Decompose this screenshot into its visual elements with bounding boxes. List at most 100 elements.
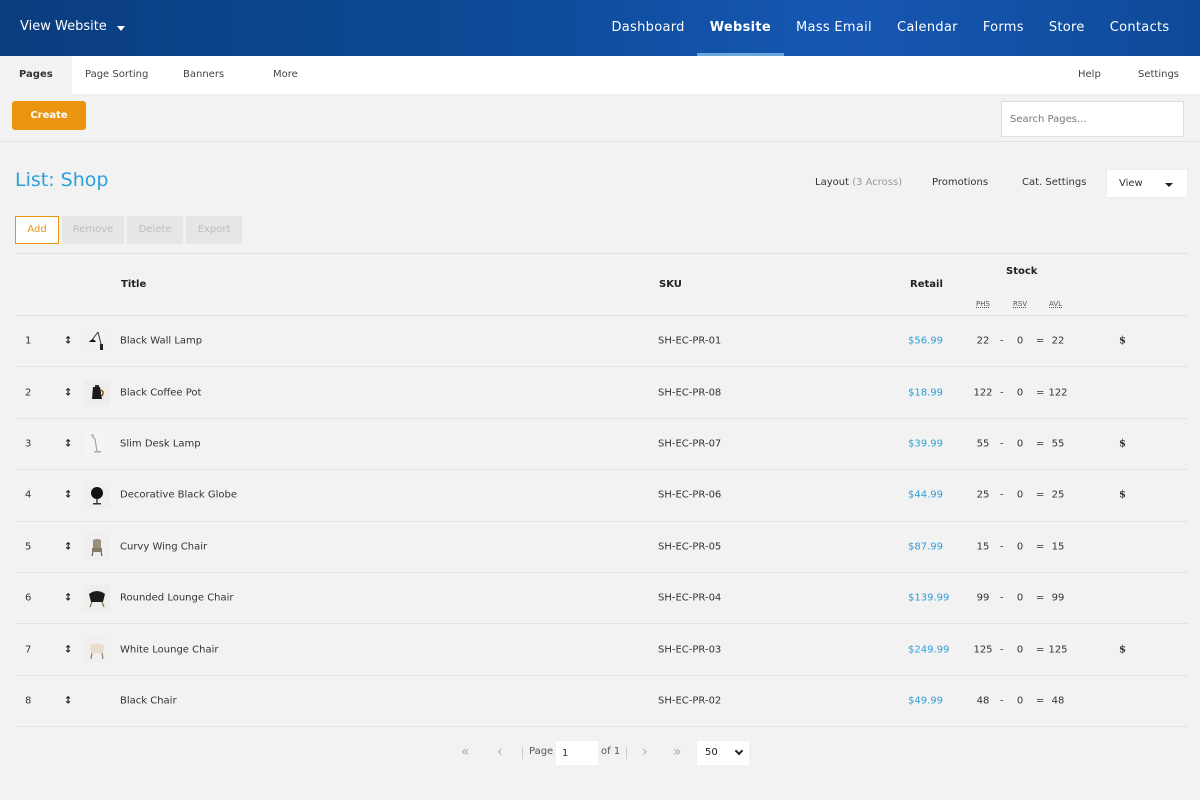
drag-handle-icon[interactable]: ↕: [64, 387, 72, 398]
tab-pages[interactable]: Pages: [0, 56, 72, 94]
product-price[interactable]: $87.99: [908, 541, 943, 552]
nav-dashboard[interactable]: Dashboard: [599, 0, 697, 56]
product-title[interactable]: Rounded Lounge Chair: [120, 593, 234, 604]
product-title[interactable]: Black Coffee Pot: [120, 387, 201, 398]
page-number-input[interactable]: [556, 741, 598, 765]
stock-phs: 15: [976, 541, 990, 553]
divider: [0, 141, 1200, 142]
page-title: List: Shop: [15, 169, 109, 191]
table-row[interactable]: 1 ↕ Black Wall Lamp SH-EC-PR-01 $56.99 2…: [15, 316, 1188, 368]
search-pages-input[interactable]: [1001, 101, 1184, 137]
help-link[interactable]: Help: [1078, 56, 1101, 94]
product-sku: SH-EC-PR-06: [658, 489, 722, 501]
stock-phs: 48: [976, 695, 990, 707]
product-thumbnail: [84, 379, 110, 406]
minus-sign: -: [1000, 541, 1004, 553]
table-row[interactable]: 7 ↕ White Lounge Chair SH-EC-PR-03 $249.…: [15, 624, 1188, 676]
dollar-icon[interactable]: $: [1119, 336, 1126, 347]
product-title[interactable]: Slim Desk Lamp: [120, 438, 201, 449]
table-row[interactable]: 6 ↕ Rounded Lounge Chair SH-EC-PR-04 $13…: [15, 573, 1188, 625]
product-price[interactable]: $44.99: [908, 490, 943, 501]
tab-more[interactable]: More: [273, 56, 298, 94]
divider: [522, 747, 523, 759]
minus-sign: -: [1000, 335, 1004, 347]
drag-handle-icon[interactable]: ↕: [64, 336, 72, 347]
tab-banners[interactable]: Banners: [183, 56, 224, 94]
stock-rsv: 0: [1016, 335, 1024, 347]
product-thumbnail: [84, 533, 110, 560]
stock-phs: 99: [976, 592, 990, 604]
table-row[interactable]: 4 ↕ Decorative Black Globe SH-EC-PR-06 $…: [15, 470, 1188, 522]
promotions-link[interactable]: Promotions: [932, 177, 988, 188]
table-row[interactable]: 2 ↕ Black Coffee Pot SH-EC-PR-08 $18.99 …: [15, 367, 1188, 419]
page-size-value: 50: [705, 747, 718, 758]
add-button[interactable]: Add: [15, 216, 59, 244]
product-thumbnail: [84, 430, 110, 457]
product-price[interactable]: $249.99: [908, 644, 949, 655]
drag-handle-icon[interactable]: ↕: [64, 438, 72, 449]
product-title[interactable]: Decorative Black Globe: [120, 490, 237, 501]
drag-handle-icon[interactable]: ↕: [64, 541, 72, 552]
next-page-icon[interactable]: ›: [642, 744, 648, 760]
stock-avl: 48: [1051, 695, 1065, 707]
product-title[interactable]: White Lounge Chair: [120, 644, 218, 655]
last-page-icon[interactable]: »: [673, 744, 682, 760]
drag-handle-icon[interactable]: ↕: [64, 490, 72, 501]
cat-settings-link[interactable]: Cat. Settings: [1022, 177, 1086, 188]
prev-page-icon[interactable]: ‹: [497, 744, 503, 760]
delete-button[interactable]: Delete: [127, 216, 183, 244]
view-website-link[interactable]: View Website: [20, 19, 107, 34]
view-dropdown[interactable]: View: [1106, 169, 1188, 198]
settings-link[interactable]: Settings: [1138, 56, 1179, 94]
tab-page-sorting[interactable]: Page Sorting: [85, 56, 148, 94]
column-header-sku[interactable]: SKU: [659, 279, 682, 290]
drag-handle-icon[interactable]: ↕: [64, 593, 72, 604]
page-size-select[interactable]: 50: [697, 741, 749, 765]
drag-handle-icon[interactable]: ↕: [64, 644, 72, 655]
nav-mass-email[interactable]: Mass Email: [784, 0, 885, 56]
minus-sign: -: [1000, 695, 1004, 707]
nav-contacts[interactable]: Contacts: [1097, 0, 1182, 56]
drag-handle-icon[interactable]: ↕: [64, 695, 72, 706]
stock-avl: 25: [1051, 489, 1065, 501]
create-button[interactable]: Create: [12, 101, 86, 130]
table-row[interactable]: 8 ↕ Black Chair SH-EC-PR-02 $49.99 48 - …: [15, 676, 1188, 728]
column-header-rsv: RSV: [1013, 300, 1028, 308]
nav-calendar[interactable]: Calendar: [884, 0, 970, 56]
product-title[interactable]: Black Wall Lamp: [120, 336, 202, 347]
product-title[interactable]: Black Chair: [120, 695, 177, 706]
row-number: 1: [25, 335, 32, 347]
top-nav-bar: View Website Dashboard Website Mass Emai…: [0, 0, 1200, 56]
product-price[interactable]: $56.99: [908, 336, 943, 347]
nav-forms[interactable]: Forms: [970, 0, 1036, 56]
view-dropdown-label: View: [1119, 178, 1143, 189]
product-price[interactable]: $39.99: [908, 438, 943, 449]
product-price[interactable]: $18.99: [908, 387, 943, 398]
stock-avl: 15: [1051, 541, 1065, 553]
first-page-icon[interactable]: «: [461, 744, 470, 760]
equals-sign: =: [1036, 644, 1045, 656]
product-price[interactable]: $49.99: [908, 695, 943, 706]
column-header-title[interactable]: Title: [121, 279, 146, 290]
product-price[interactable]: $139.99: [908, 593, 949, 604]
nav-website[interactable]: Website: [697, 0, 784, 56]
table-row[interactable]: 3 ↕ Slim Desk Lamp SH-EC-PR-07 $39.99 55…: [15, 419, 1188, 471]
chevron-down-icon[interactable]: [117, 26, 125, 31]
remove-button[interactable]: Remove: [62, 216, 124, 244]
dollar-icon[interactable]: $: [1119, 438, 1126, 449]
nav-store[interactable]: Store: [1036, 0, 1097, 56]
layout-option[interactable]: Layout (3 Across): [815, 177, 902, 188]
stock-rsv: 0: [1016, 592, 1024, 604]
stock-rsv: 0: [1016, 489, 1024, 501]
column-header-retail[interactable]: Retail: [910, 279, 943, 290]
stock-rsv: 0: [1016, 541, 1024, 553]
dollar-icon[interactable]: $: [1119, 490, 1126, 501]
product-thumbnail: [84, 482, 110, 509]
equals-sign: =: [1036, 592, 1045, 604]
table-row[interactable]: 5 ↕ Curvy Wing Chair SH-EC-PR-05 $87.99 …: [15, 522, 1188, 573]
stock-phs: 125: [973, 644, 993, 656]
product-title[interactable]: Curvy Wing Chair: [120, 541, 207, 552]
export-button[interactable]: Export: [186, 216, 242, 244]
dollar-icon[interactable]: $: [1119, 644, 1126, 655]
product-thumbnail: [84, 585, 110, 612]
